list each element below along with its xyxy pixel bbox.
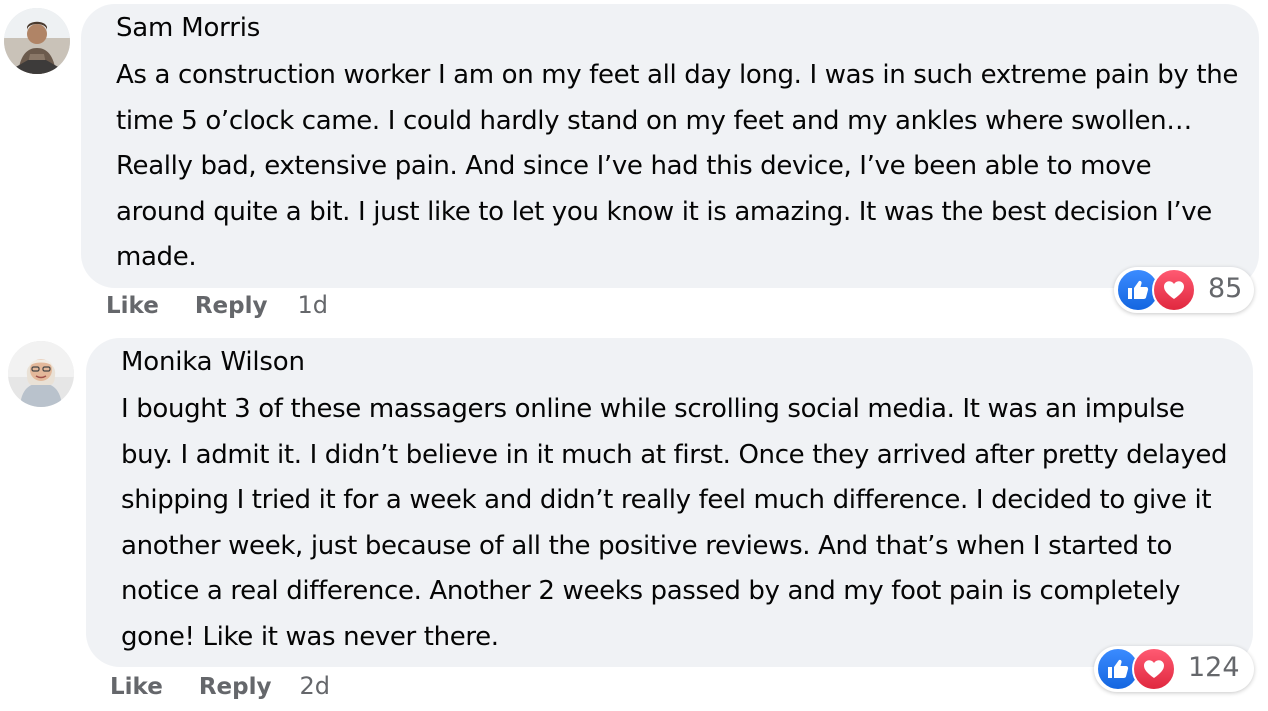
reaction-count[interactable]: 124 [1188, 652, 1240, 683]
reactions-summary[interactable]: 124 [1094, 646, 1254, 692]
comment-actions: Like Reply 2d [110, 672, 330, 700]
reply-button[interactable]: Reply [195, 293, 268, 319]
like-button[interactable]: Like [110, 674, 163, 700]
love-icon [1152, 268, 1196, 312]
comment-sam-morris: Sam Morris As a construction worker I am… [0, 0, 1268, 330]
avatar-photo-icon [8, 341, 74, 407]
reply-button[interactable]: Reply [199, 674, 272, 700]
comment-monika-wilson: Monika Wilson I bought 3 of these massag… [0, 330, 1268, 711]
comment-author[interactable]: Monika Wilson [121, 346, 305, 378]
like-button[interactable]: Like [106, 293, 159, 319]
comment-timestamp[interactable]: 1d [297, 291, 328, 319]
avatar-photo-icon [4, 8, 70, 74]
comment-timestamp[interactable]: 2d [299, 672, 330, 700]
comment-actions: Like Reply 1d [106, 291, 328, 319]
reactions-summary[interactable]: 85 [1114, 267, 1254, 313]
comment-author[interactable]: Sam Morris [116, 12, 260, 44]
avatar[interactable] [8, 341, 74, 407]
comment-text: I bought 3 of these massagers online whi… [121, 394, 1228, 652]
avatar[interactable] [4, 8, 70, 74]
love-icon [1132, 647, 1176, 691]
comment-text: As a construction worker I am on my feet… [116, 60, 1238, 272]
reaction-count[interactable]: 85 [1208, 273, 1242, 304]
